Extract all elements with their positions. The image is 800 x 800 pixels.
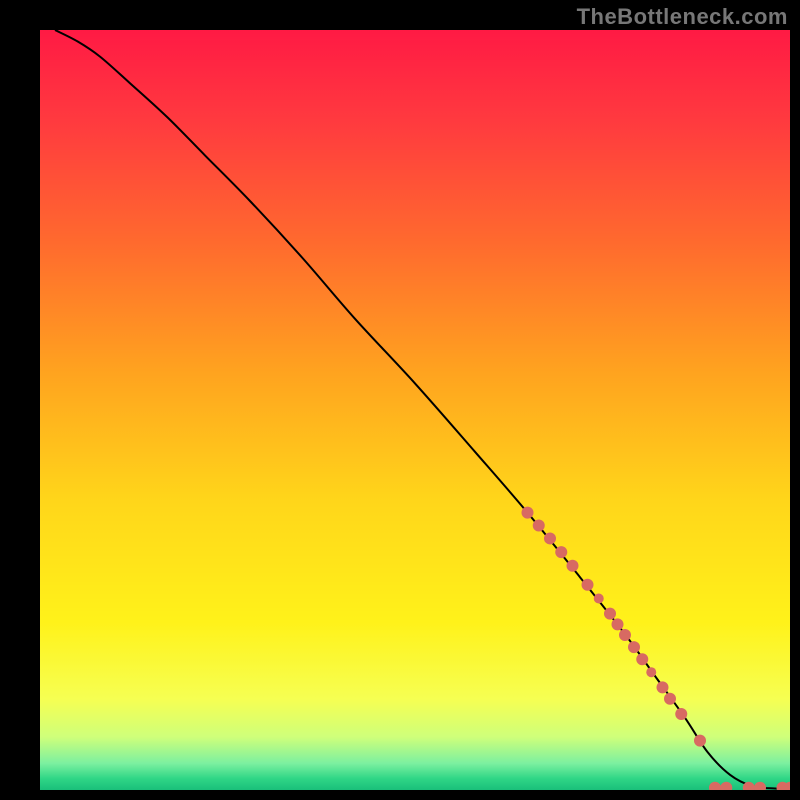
attribution-text: TheBottleneck.com	[577, 4, 788, 30]
scatter-point	[555, 546, 567, 558]
scatter-point	[582, 579, 594, 591]
scatter-point	[694, 735, 706, 747]
scatter-point	[594, 593, 604, 603]
scatter-point	[657, 681, 669, 693]
chart-plot-area	[40, 30, 790, 790]
chart-background	[40, 30, 790, 790]
scatter-point	[628, 641, 640, 653]
scatter-point	[604, 608, 616, 620]
scatter-point	[567, 560, 579, 572]
scatter-point	[646, 667, 656, 677]
scatter-point	[636, 653, 648, 665]
chart-svg	[40, 30, 790, 790]
scatter-point	[612, 618, 624, 630]
chart-frame: TheBottleneck.com	[0, 0, 800, 800]
scatter-point	[619, 629, 631, 641]
scatter-point	[675, 708, 687, 720]
scatter-point	[522, 507, 534, 519]
scatter-point	[664, 693, 676, 705]
scatter-point	[544, 532, 556, 544]
scatter-point	[533, 520, 545, 532]
